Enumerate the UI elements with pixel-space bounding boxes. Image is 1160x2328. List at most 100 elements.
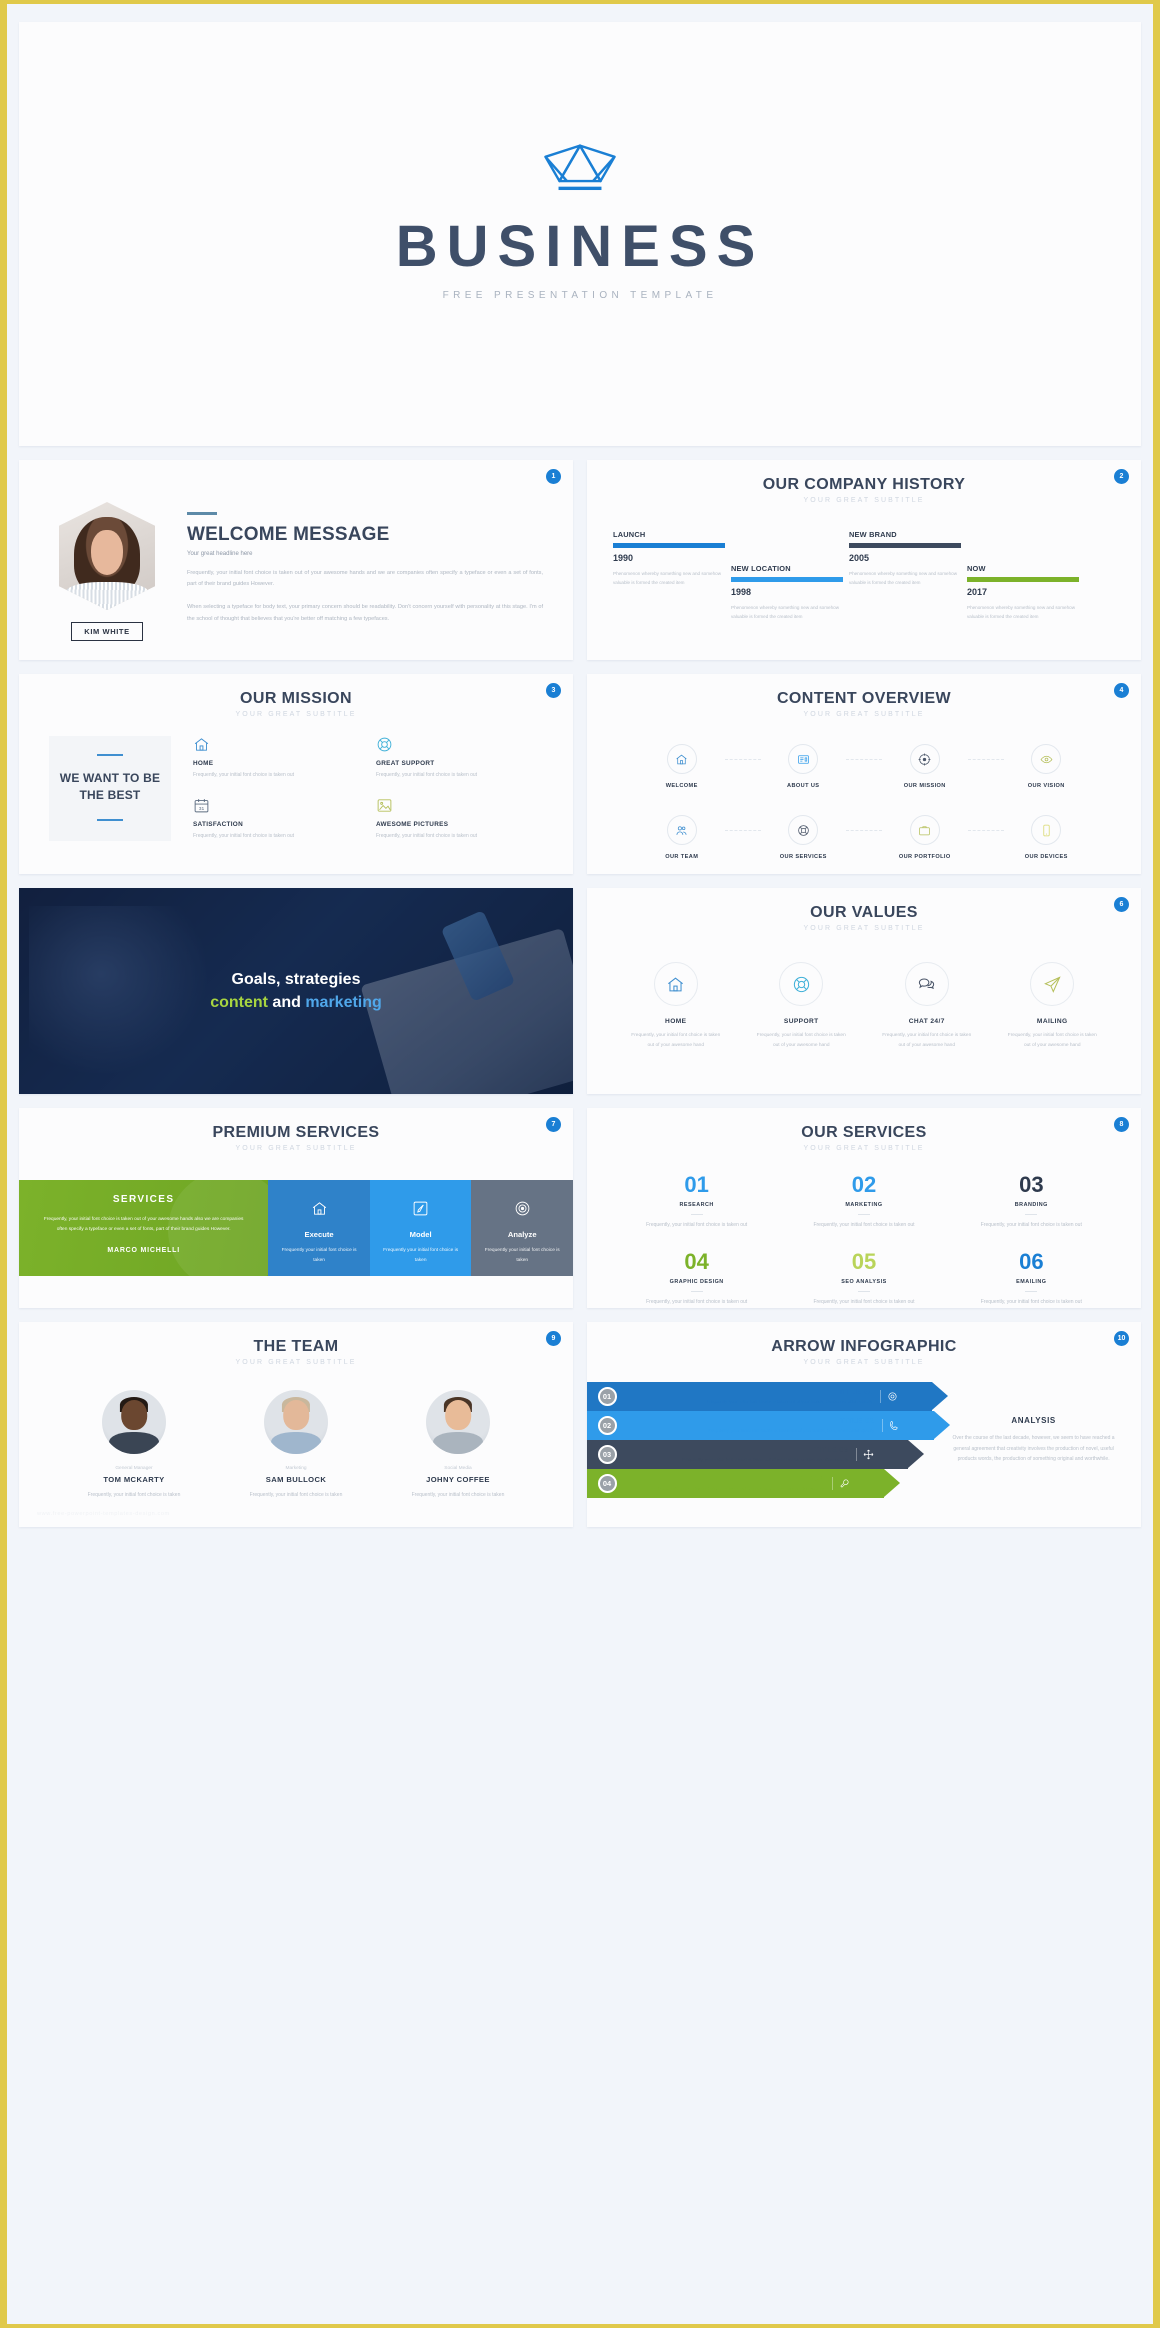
value-title: CHAT 24/7 bbox=[908, 1018, 945, 1025]
service-desc: Frequently, your initial font choice is … bbox=[646, 1222, 748, 1228]
mission-quote-box: WE WANT TO BE THE BEST bbox=[49, 736, 171, 841]
icon-circle bbox=[788, 815, 819, 845]
premium-column-desc: Frequently your initial font choice is t… bbox=[484, 1248, 560, 1263]
team-member[interactable]: Marketing SAM BULLOCK Frequently, your i… bbox=[215, 1390, 377, 1500]
feature-title: HOME bbox=[193, 760, 214, 767]
feature-item[interactable]: 31 SATISFACTION Frequently, your initial… bbox=[193, 797, 362, 842]
premium-column[interactable]: Execute Frequently your initial font cho… bbox=[268, 1180, 370, 1276]
slide-our-mission[interactable]: 3 OUR MISSION YOUR GREAT SUBTITLE WE WAN… bbox=[19, 674, 573, 874]
overview-item[interactable]: OUR VISION bbox=[986, 744, 1108, 789]
slide-number-badge: 1 bbox=[546, 469, 561, 484]
service-item[interactable]: 03 BRANDING Frequently, your initial fon… bbox=[948, 1174, 1115, 1231]
value-item[interactable]: CHAT 24/7 Frequently, your initial font … bbox=[864, 962, 990, 1050]
icon-circle bbox=[779, 962, 824, 1006]
premium-column-desc: Frequently your initial font choice is t… bbox=[281, 1248, 357, 1263]
avatar bbox=[264, 1390, 328, 1454]
overview-label: OUR MISSION bbox=[903, 783, 946, 789]
slide-our-services[interactable]: 8 OUR SERVICES YOUR GREAT SUBTITLE 01 RE… bbox=[587, 1108, 1141, 1308]
service-item[interactable]: 06 EMAILING Frequently, your initial fon… bbox=[948, 1250, 1115, 1308]
target-icon bbox=[515, 1201, 530, 1216]
feature-item[interactable]: GREAT SUPPORT Frequently, your initial f… bbox=[376, 736, 545, 781]
slide-hero[interactable]: BUSINESS FREE PRESENTATION TEMPLATE bbox=[19, 22, 1141, 446]
arrow-bar: TITLE 04 Frequently, your initial font c… bbox=[627, 1469, 900, 1498]
overview-item[interactable]: ABOUT US bbox=[743, 744, 882, 789]
team-member[interactable]: General Manager TOM MCKARTY Frequently, … bbox=[53, 1390, 215, 1500]
arrow-item[interactable]: 03 TITLE 03 Frequently, your initial fon… bbox=[587, 1440, 934, 1469]
divider bbox=[97, 818, 123, 821]
overview-label: OUR VISION bbox=[1027, 783, 1065, 789]
feature-item[interactable]: HOME Frequently, your initial font choic… bbox=[193, 736, 362, 781]
slide-the-team[interactable]: 9 THE TEAM YOUR GREAT SUBTITLE General M… bbox=[19, 1322, 573, 1527]
feature-item[interactable]: AWESOME PICTURES Frequently, your initia… bbox=[376, 797, 545, 842]
premium-column-title: Execute bbox=[304, 1230, 334, 1239]
hero-subtitle: FREE PRESENTATION TEMPLATE bbox=[442, 290, 718, 301]
timeline-bar bbox=[849, 543, 961, 548]
icon-circle bbox=[1031, 815, 1062, 845]
icon-circle bbox=[788, 744, 819, 774]
move-icon bbox=[856, 1448, 874, 1461]
arrow-title: TITLE 04 bbox=[789, 1474, 824, 1484]
icon-circle bbox=[909, 744, 940, 774]
slide-number-badge: 10 bbox=[1114, 1331, 1129, 1346]
service-title: MARKETING bbox=[845, 1202, 883, 1208]
timeline-item: NEW LOCATION 1998 Phenomenon whereby som… bbox=[731, 564, 843, 621]
value-title: SUPPORT bbox=[783, 1018, 819, 1025]
feature-desc: Frequently, your initial font choice is … bbox=[193, 832, 295, 839]
icon-circle bbox=[653, 962, 698, 1006]
arrow-item[interactable]: 02 TITLE 02 Frequently, your initial fon… bbox=[587, 1411, 951, 1440]
overview-item[interactable]: OUR SERVICES bbox=[743, 815, 882, 860]
service-desc: Frequently, your initial font choice is … bbox=[646, 1298, 748, 1305]
home-icon bbox=[676, 754, 687, 764]
timeline-bar bbox=[967, 577, 1079, 582]
value-item[interactable]: SUPPORT Frequently, your initial font ch… bbox=[739, 962, 865, 1050]
slide-goals-photo[interactable]: Goals, strategies content and marketing bbox=[19, 888, 573, 1094]
slide-company-history[interactable]: 2 OUR COMPANY HISTORY YOUR GREAT SUBTITL… bbox=[587, 460, 1141, 660]
slide-our-values[interactable]: 6 OUR VALUES YOUR GREAT SUBTITLE HOME Fr… bbox=[587, 888, 1141, 1094]
page-subtitle: YOUR GREAT SUBTITLE bbox=[235, 711, 357, 718]
team-desc: Frequently, your initial font choice is … bbox=[87, 1492, 181, 1498]
timeline-label: NEW BRAND bbox=[849, 530, 897, 539]
service-title: RESEARCH bbox=[679, 1202, 714, 1208]
arrow-desc: Frequently, your initial font choice is … bbox=[708, 1428, 875, 1434]
slide-premium-services[interactable]: 7 PREMIUM SERVICES YOUR GREAT SUBTITLE S… bbox=[19, 1108, 573, 1308]
overview-item[interactable]: OUR TEAM bbox=[621, 815, 761, 860]
timeline-item: LAUNCH 1990 Phenomenon whereby something… bbox=[613, 530, 725, 587]
value-item[interactable]: MAILING Frequently, your initial font ch… bbox=[990, 962, 1116, 1050]
arrow-item[interactable]: 04 TITLE 04 Frequently, your initial fon… bbox=[587, 1469, 934, 1498]
slide-arrow-infographic[interactable]: 10 ARROW INFOGRAPHIC YOUR GREAT SUBTITLE… bbox=[587, 1322, 1141, 1527]
slide-content-overview[interactable]: 4 CONTENT OVERVIEW YOUR GREAT SUBTITLE W… bbox=[587, 674, 1141, 874]
divider bbox=[857, 1290, 870, 1292]
slide-number-badge: 9 bbox=[546, 1331, 561, 1346]
service-number: 04 bbox=[684, 1248, 709, 1274]
overview-item[interactable]: WELCOME bbox=[621, 744, 761, 789]
arrow-item[interactable]: 01 TITLE 01 Frequently, your initial fon… bbox=[587, 1382, 949, 1411]
arrow-number: 02 bbox=[597, 1416, 617, 1435]
service-desc: Frequently, your initial font choice is … bbox=[980, 1222, 1082, 1228]
service-desc: Frequently, your initial font choice is … bbox=[813, 1298, 915, 1305]
edit-icon bbox=[413, 1201, 428, 1216]
home-icon bbox=[668, 977, 684, 991]
page-title: OUR COMPANY HISTORY bbox=[762, 476, 966, 493]
team-member[interactable]: Social Media JOHNY COFFEE Frequently, yo… bbox=[377, 1390, 539, 1500]
service-item[interactable]: 05 SEO ANALYSIS Frequently, your initial… bbox=[780, 1250, 947, 1308]
value-title: HOME bbox=[665, 1018, 687, 1025]
overview-item[interactable]: OUR DEVICES bbox=[986, 815, 1108, 860]
service-item[interactable]: 04 GRAPHIC DESIGN Frequently, your initi… bbox=[613, 1248, 780, 1308]
chat-icon bbox=[919, 977, 935, 989]
mission-feature-grid: HOME Frequently, your initial font choic… bbox=[193, 736, 545, 841]
service-item[interactable]: 01 RESEARCH Frequently, your initial fon… bbox=[613, 1174, 780, 1231]
briefcase-icon bbox=[919, 825, 931, 835]
value-item[interactable]: HOME Frequently, your initial font choic… bbox=[613, 962, 739, 1050]
premium-column[interactable]: Analyze Frequently your initial font cho… bbox=[471, 1180, 573, 1276]
service-desc: Frequently, your initial font choice is … bbox=[980, 1298, 1082, 1305]
slide-number-badge: 7 bbox=[546, 1117, 561, 1132]
divider bbox=[690, 1290, 703, 1292]
eye-icon bbox=[1040, 755, 1053, 763]
overview-item[interactable]: OUR MISSION bbox=[864, 744, 1004, 789]
premium-column[interactable]: Model Frequently your initial font choic… bbox=[369, 1180, 472, 1276]
image-icon bbox=[377, 798, 392, 812]
slide-welcome[interactable]: 1 KIM WHITE WELCOME MESSAGE Your great h… bbox=[19, 460, 573, 660]
overview-item[interactable]: OUR PORTFOLIO bbox=[864, 815, 1004, 860]
service-item[interactable]: 02 MARKETING Frequently, your initial fo… bbox=[780, 1174, 947, 1231]
divider bbox=[97, 754, 123, 756]
